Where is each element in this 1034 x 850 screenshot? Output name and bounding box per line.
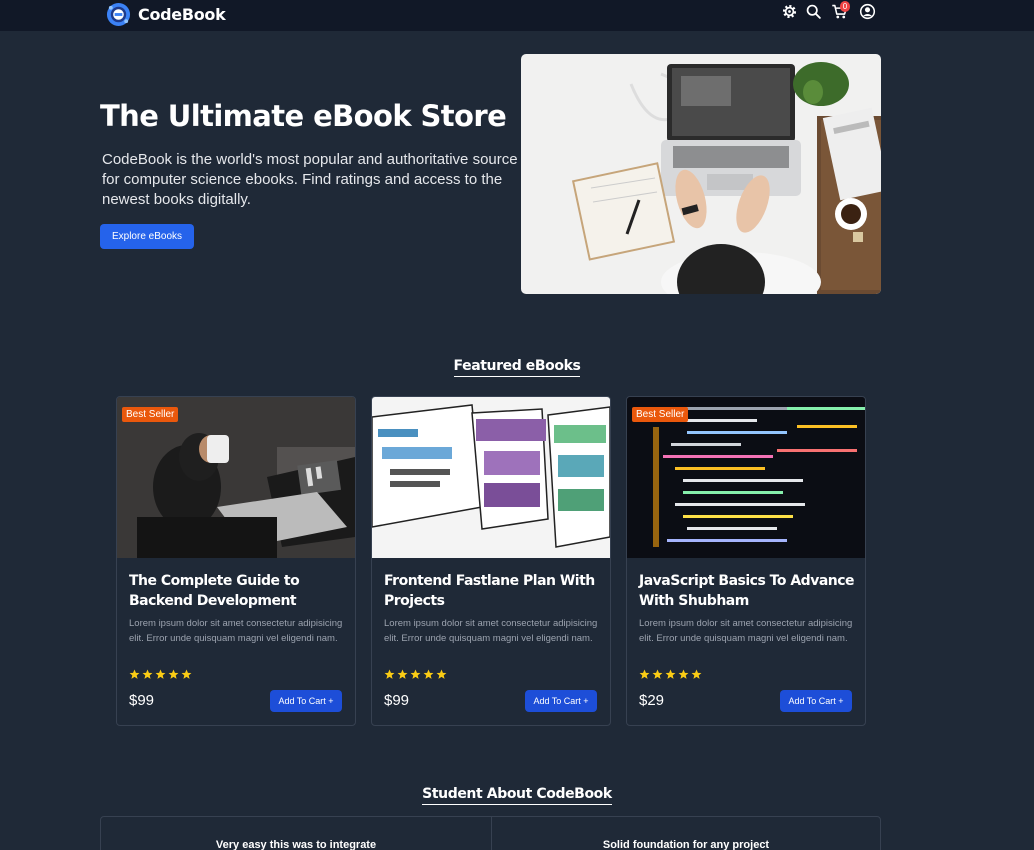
star-icon — [678, 669, 689, 679]
product-price: $29 — [639, 692, 665, 709]
rating-stars — [639, 669, 702, 680]
hero-title: The Ultimate eBook Store — [100, 99, 507, 133]
star-icon — [665, 669, 676, 679]
product-description: Lorem ipsum dolor sit amet consectetur a… — [639, 618, 853, 644]
star-icon — [436, 669, 447, 679]
star-icon — [639, 669, 650, 679]
logo-icon — [106, 2, 131, 26]
testimonial-heading: Solid foundation for any project — [602, 839, 770, 850]
product-card[interactable]: Frontend Fastlane Plan With Projects Lor… — [371, 396, 611, 726]
product-card[interactable]: Best Seller JavaScript Basics To Advance… — [626, 396, 866, 726]
star-icon — [129, 669, 140, 679]
hero-description: CodeBook is the world's most popular and… — [102, 151, 518, 208]
star-icon — [410, 669, 421, 679]
brand-name: CodeBook — [138, 4, 226, 24]
product-title[interactable]: JavaScript Basics To Advance With Shubha… — [639, 571, 857, 611]
navbar: CodeBook 0 — [0, 0, 1034, 31]
product-image[interactable] — [372, 397, 610, 558]
best-seller-badge: Best Seller — [122, 407, 179, 422]
product-title[interactable]: Frontend Fastlane Plan With Projects — [384, 571, 602, 611]
user-icon[interactable] — [859, 3, 876, 20]
cart-count-badge: 0 — [840, 1, 850, 12]
best-seller-badge: Best Seller — [632, 407, 689, 422]
star-icon — [142, 669, 153, 679]
star-icon — [652, 669, 663, 679]
featured-section-title: Featured eBooks — [0, 357, 1034, 377]
product-price: $99 — [384, 692, 410, 709]
product-price: $99 — [129, 692, 155, 709]
product-title[interactable]: The Complete Guide to Backend Developmen… — [129, 571, 347, 611]
add-to-cart-button[interactable]: Add To Cart + — [270, 690, 342, 712]
star-icon — [155, 669, 166, 679]
testimonials-section-title: Student About CodeBook — [0, 785, 1034, 805]
product-description: Lorem ipsum dolor sit amet consectetur a… — [384, 618, 598, 644]
star-icon — [181, 669, 192, 679]
star-icon — [168, 669, 179, 679]
product-card[interactable]: Best Seller The Complete Guide to Backen… — [116, 396, 356, 726]
rating-stars — [384, 669, 447, 680]
star-icon — [397, 669, 408, 679]
add-to-cart-button[interactable]: Add To Cart + — [525, 690, 597, 712]
gear-icon[interactable] — [781, 3, 798, 20]
testimonial-heading: Very easy this was to integrate — [215, 839, 377, 850]
star-icon — [423, 669, 434, 679]
add-to-cart-button[interactable]: Add To Cart + — [780, 690, 852, 712]
testimonials-grid: Very easy this was to integrate Solid fo… — [100, 816, 881, 850]
star-icon — [691, 669, 702, 679]
brand-logo[interactable]: CodeBook — [106, 1, 226, 27]
rating-stars — [129, 669, 192, 680]
search-icon[interactable] — [805, 3, 822, 20]
hero-image — [521, 54, 881, 294]
explore-ebooks-button[interactable]: Explore eBooks — [100, 224, 194, 249]
product-description: Lorem ipsum dolor sit amet consectetur a… — [129, 618, 343, 644]
star-icon — [384, 669, 395, 679]
